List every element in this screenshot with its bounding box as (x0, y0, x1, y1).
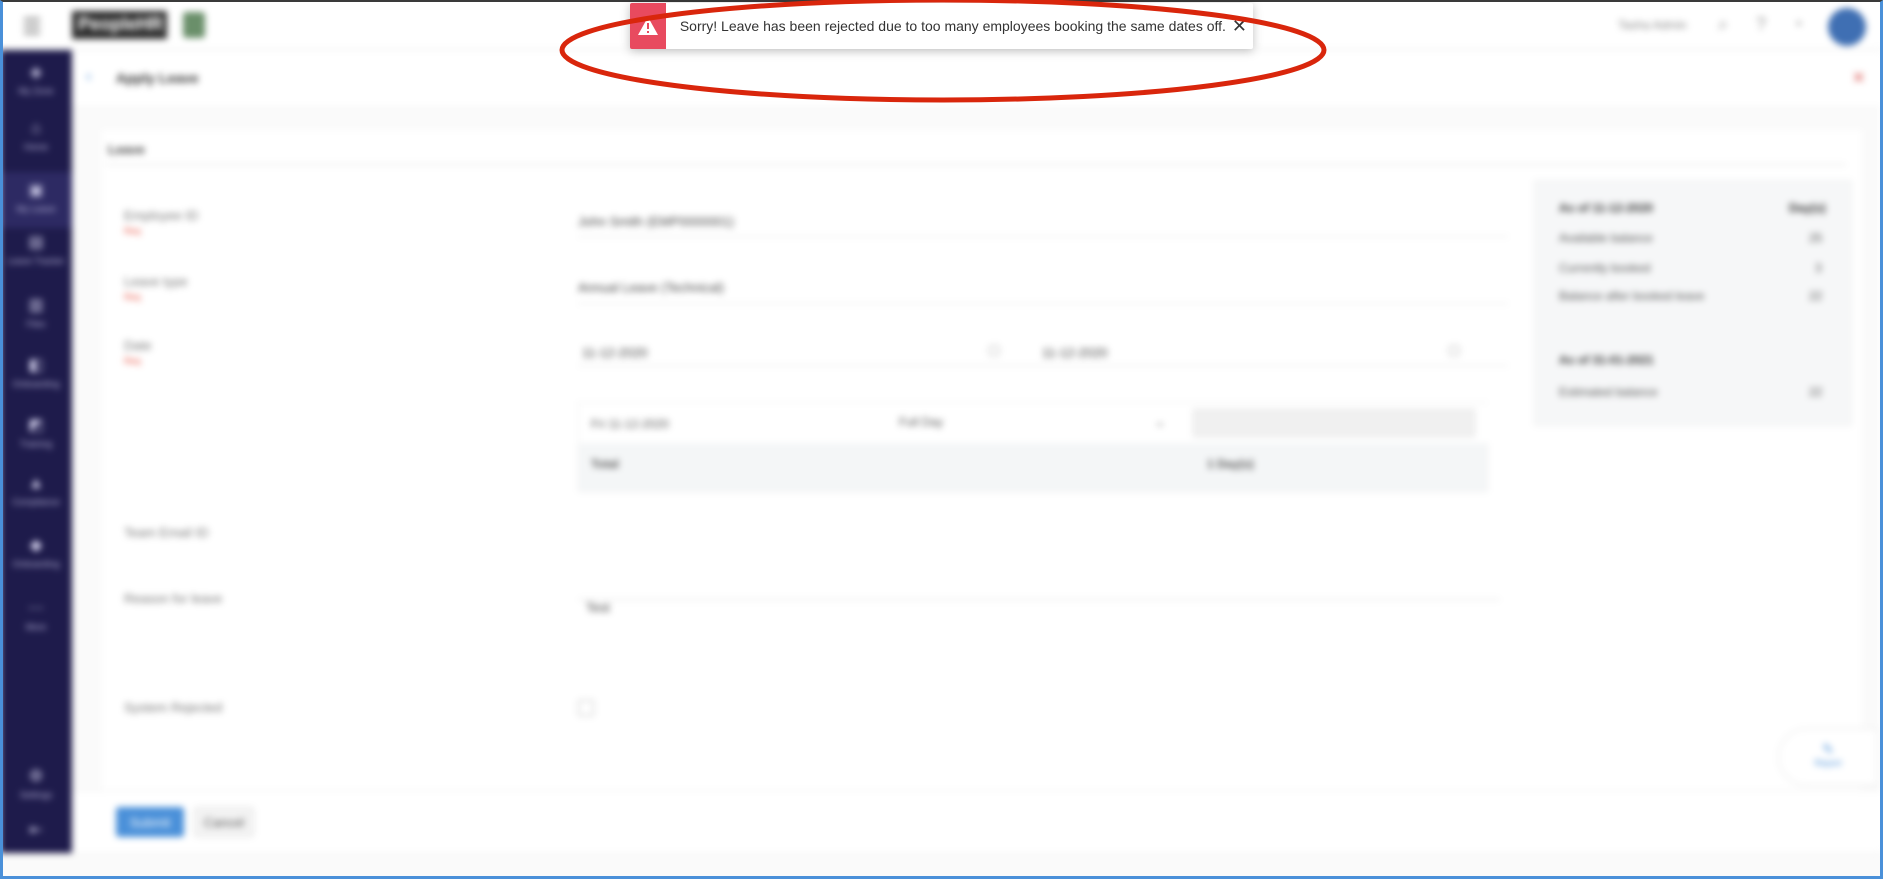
toast-icon-box (630, 3, 666, 49)
toast-message: Sorry! Leave has been rejected due to to… (679, 18, 1226, 34)
window-frame (0, 0, 1883, 879)
error-toast: Sorry! Leave has been rejected due to to… (630, 3, 1253, 49)
toast-close-button[interactable]: ✕ (1226, 16, 1253, 37)
warning-icon (637, 17, 658, 35)
